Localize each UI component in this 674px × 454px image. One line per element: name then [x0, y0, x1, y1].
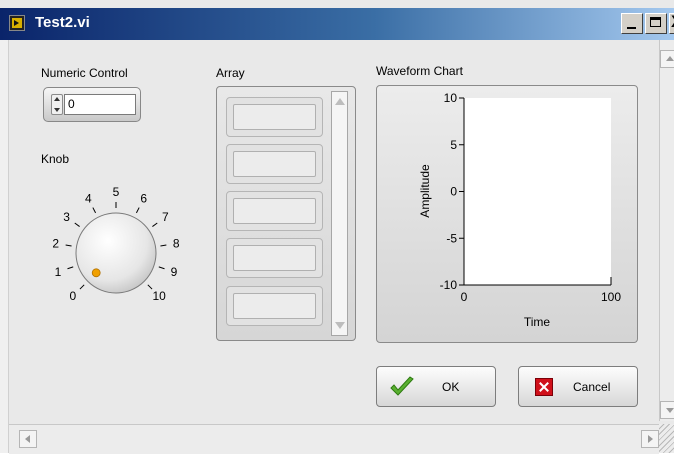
scroll-down-icon[interactable] — [660, 401, 674, 419]
knob-tick-mark — [135, 207, 140, 214]
scroll-right-icon[interactable] — [641, 430, 659, 448]
cancel-button[interactable]: Cancel — [518, 366, 638, 407]
array-scrollbar[interactable] — [331, 91, 348, 336]
knob-tick-label: 6 — [140, 192, 147, 206]
horizontal-scrollbar[interactable] — [9, 424, 659, 454]
array-element[interactable] — [226, 238, 323, 278]
chart-svg: 10 5 0 -5 -10 0 100 Time Amplitude — [418, 91, 621, 329]
array-element[interactable] — [226, 191, 323, 231]
knob-tick-mark — [158, 266, 165, 270]
ok-button-label: OK — [442, 380, 460, 394]
y-axis-ticks: 10 5 0 -5 -10 — [440, 91, 464, 292]
knob-tick-mark — [67, 266, 74, 270]
knob-tick-mark — [74, 222, 80, 227]
knob-indicator[interactable] — [91, 268, 101, 278]
y-tick-label: 10 — [444, 91, 458, 105]
array-scroll-up-icon[interactable] — [335, 98, 345, 105]
knob-tick-mark — [79, 284, 85, 290]
y-axis-label: Amplitude — [418, 164, 432, 218]
knob-dial[interactable] — [75, 212, 157, 294]
knob-tick-label: 1 — [55, 265, 62, 279]
array-control — [216, 86, 356, 341]
knob-tick-label: 2 — [52, 236, 59, 250]
knob-tick-label: 0 — [70, 289, 77, 303]
knob-tick-label: 5 — [113, 185, 120, 199]
resize-grip[interactable] — [659, 424, 674, 453]
checkmark-icon — [390, 376, 414, 396]
cancel-button-label: Cancel — [573, 380, 611, 394]
x-tick-label: 0 — [461, 290, 468, 304]
knob-tick-label: 10 — [152, 289, 166, 303]
vertical-scrollbar[interactable] — [659, 40, 674, 421]
scroll-up-icon[interactable] — [660, 50, 674, 68]
knob-tick-mark — [152, 222, 158, 227]
labview-window: Test2.vi X Numeric Control 0 Knob 012345… — [0, 0, 674, 454]
knob-tick-label: 4 — [85, 192, 92, 206]
scroll-left-icon[interactable] — [19, 430, 37, 448]
knob-tick-mark — [160, 244, 167, 247]
waveform-chart-label: Waveform Chart — [376, 64, 463, 78]
plot-area[interactable] — [464, 98, 611, 285]
knob-tick-mark — [92, 207, 97, 214]
knob-tick-mark — [65, 244, 72, 247]
waveform-chart: 10 5 0 -5 -10 0 100 Time Amplitude — [376, 85, 638, 343]
array-scroll-down-icon[interactable] — [335, 322, 345, 329]
y-tick-label: -10 — [440, 278, 458, 292]
y-tick-label: 5 — [450, 138, 457, 152]
array-element[interactable] — [226, 286, 323, 326]
x-tick-label: 100 — [601, 290, 621, 304]
knob-tick-mark — [147, 284, 153, 290]
y-tick-label: 0 — [450, 185, 457, 199]
knob-tick-label: 8 — [173, 236, 180, 250]
knob-tick-label: 9 — [171, 265, 178, 279]
array-element[interactable] — [226, 144, 323, 184]
knob-tick-label: 3 — [63, 210, 70, 224]
cancel-x-icon — [535, 378, 553, 396]
y-tick-label: -5 — [446, 231, 457, 245]
x-axis-label: Time — [524, 315, 551, 329]
ok-button[interactable]: OK — [376, 366, 496, 407]
array-element[interactable] — [226, 97, 323, 137]
knob-tick-label: 7 — [162, 210, 169, 224]
array-label: Array — [216, 66, 245, 80]
